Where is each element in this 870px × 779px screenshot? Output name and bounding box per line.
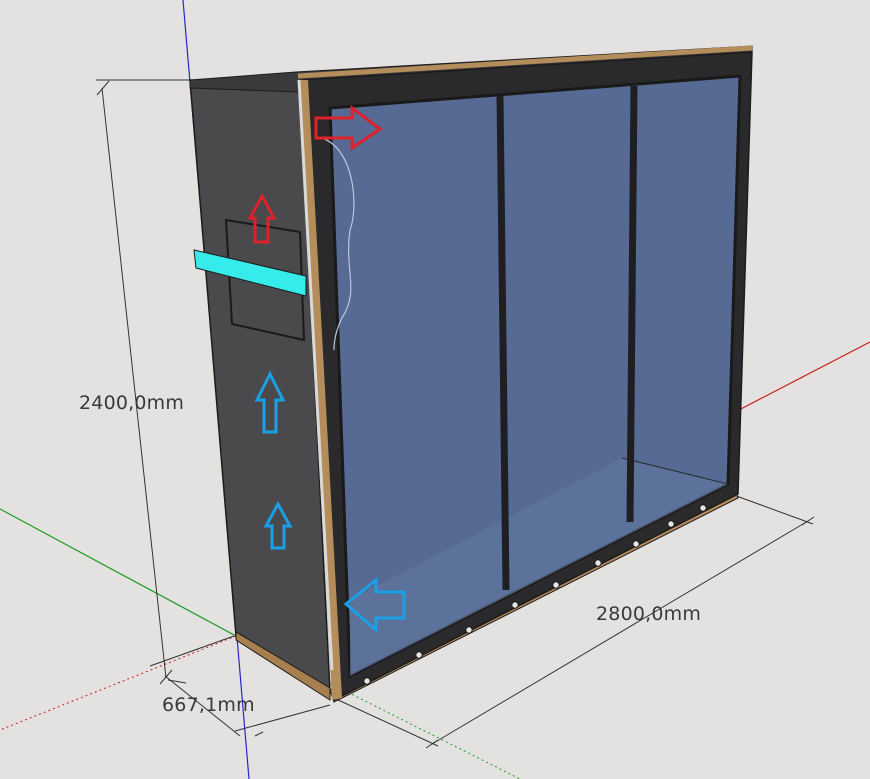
sketchup-viewport[interactable]: 2400,0mm 2800,0mm 667,1mm (0, 0, 870, 779)
mullion-right (626, 85, 638, 523)
green-axis (0, 508, 237, 637)
height-dimension-label[interactable]: 2400,0mm (79, 392, 184, 414)
model-canvas[interactable] (0, 0, 870, 779)
width-dimension-label[interactable]: 2800,0mm (596, 603, 701, 625)
red-axis (734, 341, 870, 413)
depth-dimension-label[interactable]: 667,1mm (162, 694, 255, 716)
